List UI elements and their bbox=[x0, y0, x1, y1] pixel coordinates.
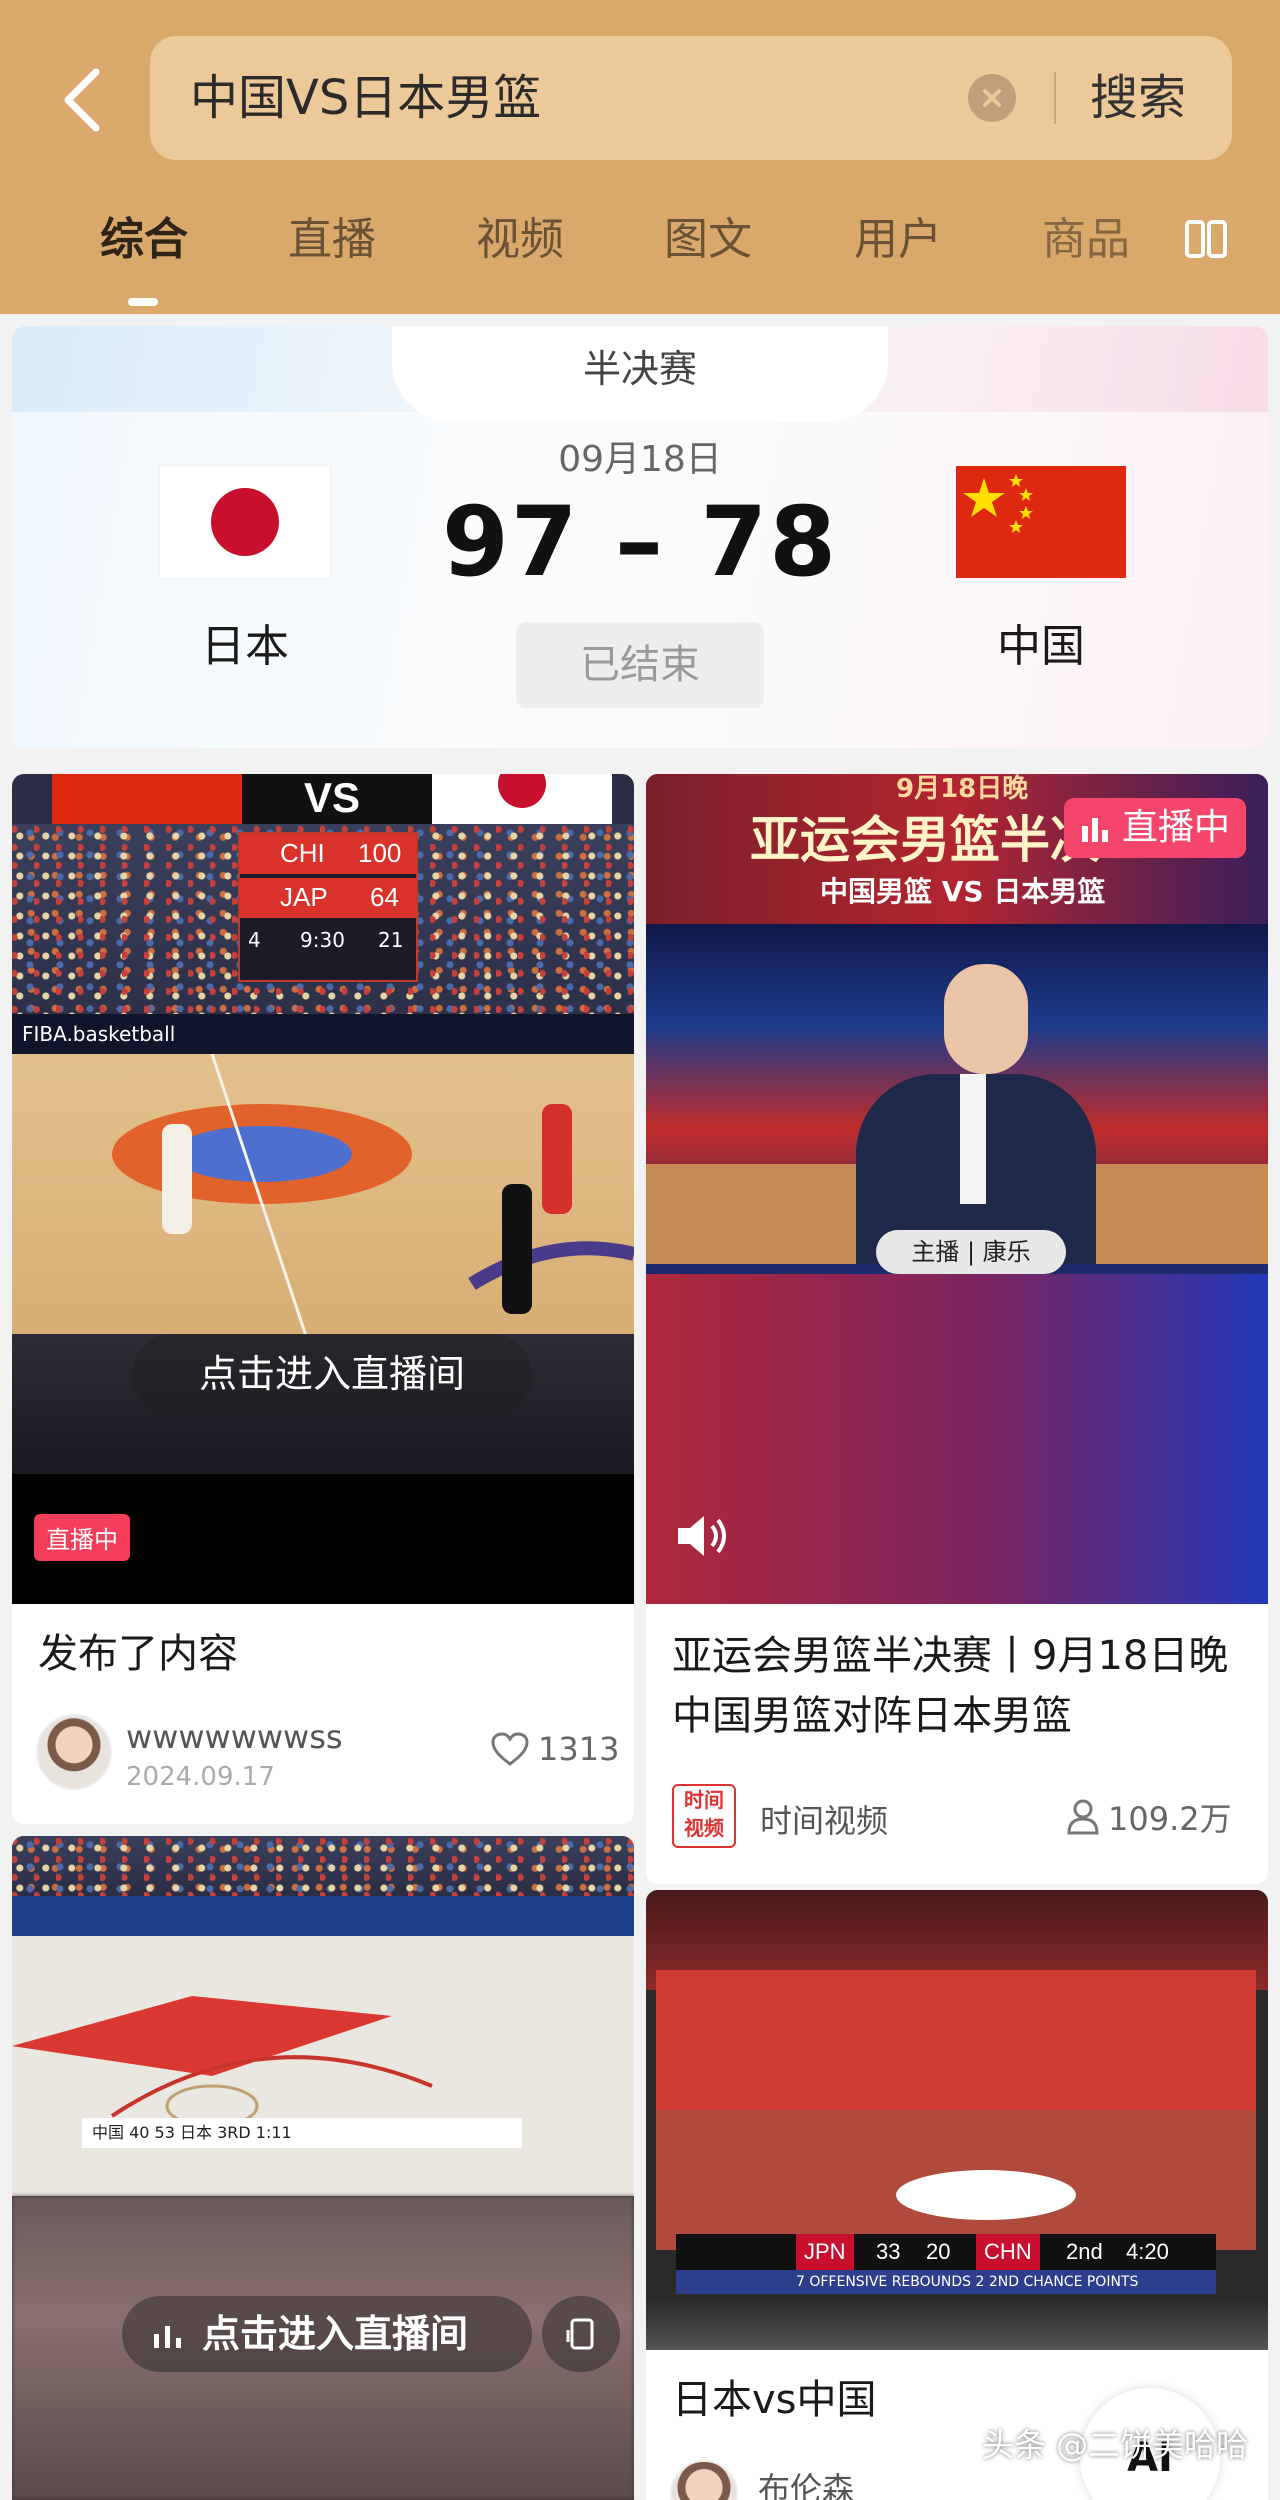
signal-bars-icon bbox=[154, 2326, 181, 2348]
match-score: 97 – 78 bbox=[441, 486, 839, 598]
avatar[interactable] bbox=[670, 2460, 738, 2500]
live-thumbnail[interactable]: 中国 40 53 日本 3RD 1:11 点击进入直播间 bbox=[12, 1836, 634, 2500]
search-button[interactable]: 搜索 bbox=[1090, 36, 1186, 160]
scoreboard-score2: 64 bbox=[370, 882, 399, 912]
player bbox=[162, 1124, 192, 1234]
scoreboard: CHI 100 JAP 64 4 9:30 21 bbox=[238, 832, 418, 982]
enter-live-room-label: 点击进入直播间 bbox=[202, 2312, 469, 2356]
live-badge: 直播中 bbox=[1064, 798, 1246, 858]
court-logo bbox=[896, 2170, 1076, 2220]
rotate-icon bbox=[566, 2318, 594, 2350]
like-count[interactable]: 1313 bbox=[490, 1730, 619, 1768]
signal-bars-icon bbox=[1082, 818, 1108, 842]
author-name[interactable]: 布伦森 bbox=[758, 2464, 854, 2500]
tv-stand bbox=[646, 2300, 1268, 2350]
tab-comprehensive[interactable]: 综合 bbox=[100, 200, 188, 280]
clear-icon[interactable] bbox=[968, 74, 1016, 122]
team-right-name: 中国 bbox=[997, 621, 1085, 672]
game-scoreboard: 中国 40 53 日本 3RD 1:11 bbox=[82, 2118, 522, 2148]
basketball-court bbox=[12, 1053, 634, 1355]
author-name[interactable]: 时间视频 bbox=[760, 1796, 888, 1842]
enter-live-room-button[interactable]: 点击进入直播间 bbox=[132, 1334, 532, 1414]
top-bar: 中国VS日本男篮 搜索 综合 直播 视频 图文 用户 商品 bbox=[0, 0, 1280, 314]
vs-strip: VS bbox=[242, 774, 432, 824]
scoreboard-score2: 20 bbox=[926, 2239, 951, 2264]
scoreboard: JPN 33 20 CHN 2nd 4:20 bbox=[676, 2234, 1216, 2270]
ad-board bbox=[12, 1896, 634, 1936]
back-button[interactable] bbox=[52, 60, 112, 140]
like-count-value: 1313 bbox=[538, 1730, 620, 1768]
arena-crowd bbox=[12, 1836, 634, 1896]
match-status: 已结束 bbox=[516, 622, 764, 708]
scoreboard-team1: CHI bbox=[280, 838, 325, 868]
host-label: 主播 | 康乐 bbox=[876, 1230, 1066, 1274]
content-card-live-left[interactable]: VS CHI 100 JAP 64 4 9:30 21 FIBA.basketb… bbox=[12, 774, 634, 1824]
team-left-name: 日本 bbox=[201, 621, 289, 672]
scoreboard-team2: JAP bbox=[280, 882, 328, 912]
tab-goods[interactable]: 商品 bbox=[1042, 200, 1130, 280]
content-card-live-right[interactable]: 9月18日晚 亚运会男篮半决 中国男篮 VS 日本男篮 直播中 主播 | 康乐 … bbox=[646, 774, 1268, 1884]
referee bbox=[502, 1184, 532, 1314]
divider bbox=[1054, 72, 1056, 124]
chevron-left-icon bbox=[64, 68, 100, 132]
tab-active-indicator bbox=[128, 298, 158, 306]
watermark: 头条 @二饼美哈哈 bbox=[982, 2426, 1249, 2464]
publish-date: 2024.09.17 bbox=[126, 1762, 275, 1792]
avatar[interactable] bbox=[36, 1714, 112, 1790]
basketball-court bbox=[12, 1936, 634, 2196]
tab-video[interactable]: 视频 bbox=[476, 200, 564, 280]
author-name[interactable]: wwwwwwwss bbox=[126, 1718, 343, 1756]
columns-icon[interactable] bbox=[1184, 218, 1228, 262]
rotate-screen-button[interactable] bbox=[542, 2296, 620, 2372]
view-count: 109.2万 bbox=[1066, 1794, 1232, 1840]
search-input[interactable]: 中国VS日本男篮 搜索 bbox=[150, 36, 1232, 160]
scoreboard-period: 2nd bbox=[1066, 2239, 1103, 2264]
scoreboard-score1: 100 bbox=[358, 838, 402, 868]
ad-board-text: FIBA.basketball bbox=[22, 1022, 176, 1046]
china-flag-icon bbox=[956, 466, 1126, 578]
card-title[interactable]: 日本vs中国 bbox=[672, 2370, 877, 2430]
tab-image-text[interactable]: 图文 bbox=[664, 200, 752, 280]
speaker-icon[interactable] bbox=[674, 1514, 730, 1558]
live-tag: 直播中 bbox=[34, 1514, 130, 1561]
live-thumbnail[interactable]: 9月18日晚 亚运会男篮半决 中国男篮 VS 日本男篮 直播中 主播 | 康乐 bbox=[646, 774, 1268, 1604]
search-query[interactable]: 中国VS日本男篮 bbox=[190, 36, 541, 160]
tab-live[interactable]: 直播 bbox=[288, 200, 376, 280]
enter-live-room-button[interactable]: 点击进入直播间 bbox=[122, 2296, 532, 2372]
scoreboard-team2: CHN bbox=[976, 2234, 1040, 2270]
tab-users[interactable]: 用户 bbox=[854, 200, 942, 280]
scoreboard-shot-clock: 21 bbox=[378, 928, 404, 952]
live-badge-label: 直播中 bbox=[1122, 807, 1231, 848]
tab-bar: 综合 直播 视频 图文 用户 商品 bbox=[0, 200, 1280, 306]
scoreboard-period: 4 bbox=[248, 928, 261, 952]
content-card-bottom-left[interactable]: 中国 40 53 日本 3RD 1:11 点击进入直播间 bbox=[12, 1836, 634, 2500]
scoreboard-clock: 4:20 bbox=[1126, 2239, 1169, 2264]
video-gradient-area bbox=[646, 1274, 1268, 1604]
match-stage: 半决赛 bbox=[392, 326, 888, 422]
banner-subtitle: 中国男篮 VS 日本男篮 bbox=[820, 875, 1106, 908]
scoreboard-clock: 9:30 bbox=[300, 928, 345, 952]
live-thumbnail[interactable]: VS CHI 100 JAP 64 4 9:30 21 FIBA.basketb… bbox=[12, 774, 634, 1604]
card-title[interactable]: 亚运会男篮半决赛丨9月18日晚 中国男篮对阵日本男篮 bbox=[672, 1626, 1242, 1746]
match-date: 09月18日 bbox=[558, 439, 722, 480]
view-count-value: 109.2万 bbox=[1108, 1800, 1232, 1838]
host-shirt bbox=[960, 1074, 986, 1204]
video-thumbnail[interactable]: JPN 33 20 CHN 2nd 4:20 7 OFFENSIVE REBOU… bbox=[646, 1890, 1268, 2350]
tv-screen bbox=[656, 1970, 1256, 2250]
heart-icon bbox=[491, 1732, 529, 1766]
person-icon bbox=[1067, 1799, 1099, 1835]
card-title[interactable]: 发布了内容 bbox=[38, 1624, 238, 1684]
scoreboard-team1: JPN bbox=[796, 2234, 854, 2270]
ad-board: FIBA.basketball bbox=[12, 1014, 634, 1054]
japan-flag-icon bbox=[160, 466, 330, 578]
stat-ticker: 7 OFFENSIVE REBOUNDS 2 2ND CHANCE POINTS bbox=[676, 2270, 1216, 2294]
scoreboard-score1: 33 bbox=[876, 2239, 901, 2264]
player bbox=[542, 1104, 572, 1214]
china-flag-icon bbox=[52, 774, 242, 824]
banner-title: 亚运会男篮半决 bbox=[750, 811, 1100, 869]
japan-flag-icon bbox=[432, 774, 612, 824]
match-score-card[interactable]: 半决赛 09月18日 日本 97 – 78 已结束 中国 bbox=[12, 326, 1268, 748]
host-head bbox=[944, 964, 1028, 1074]
channel-logo[interactable]: 时间 视频 bbox=[672, 1784, 736, 1848]
